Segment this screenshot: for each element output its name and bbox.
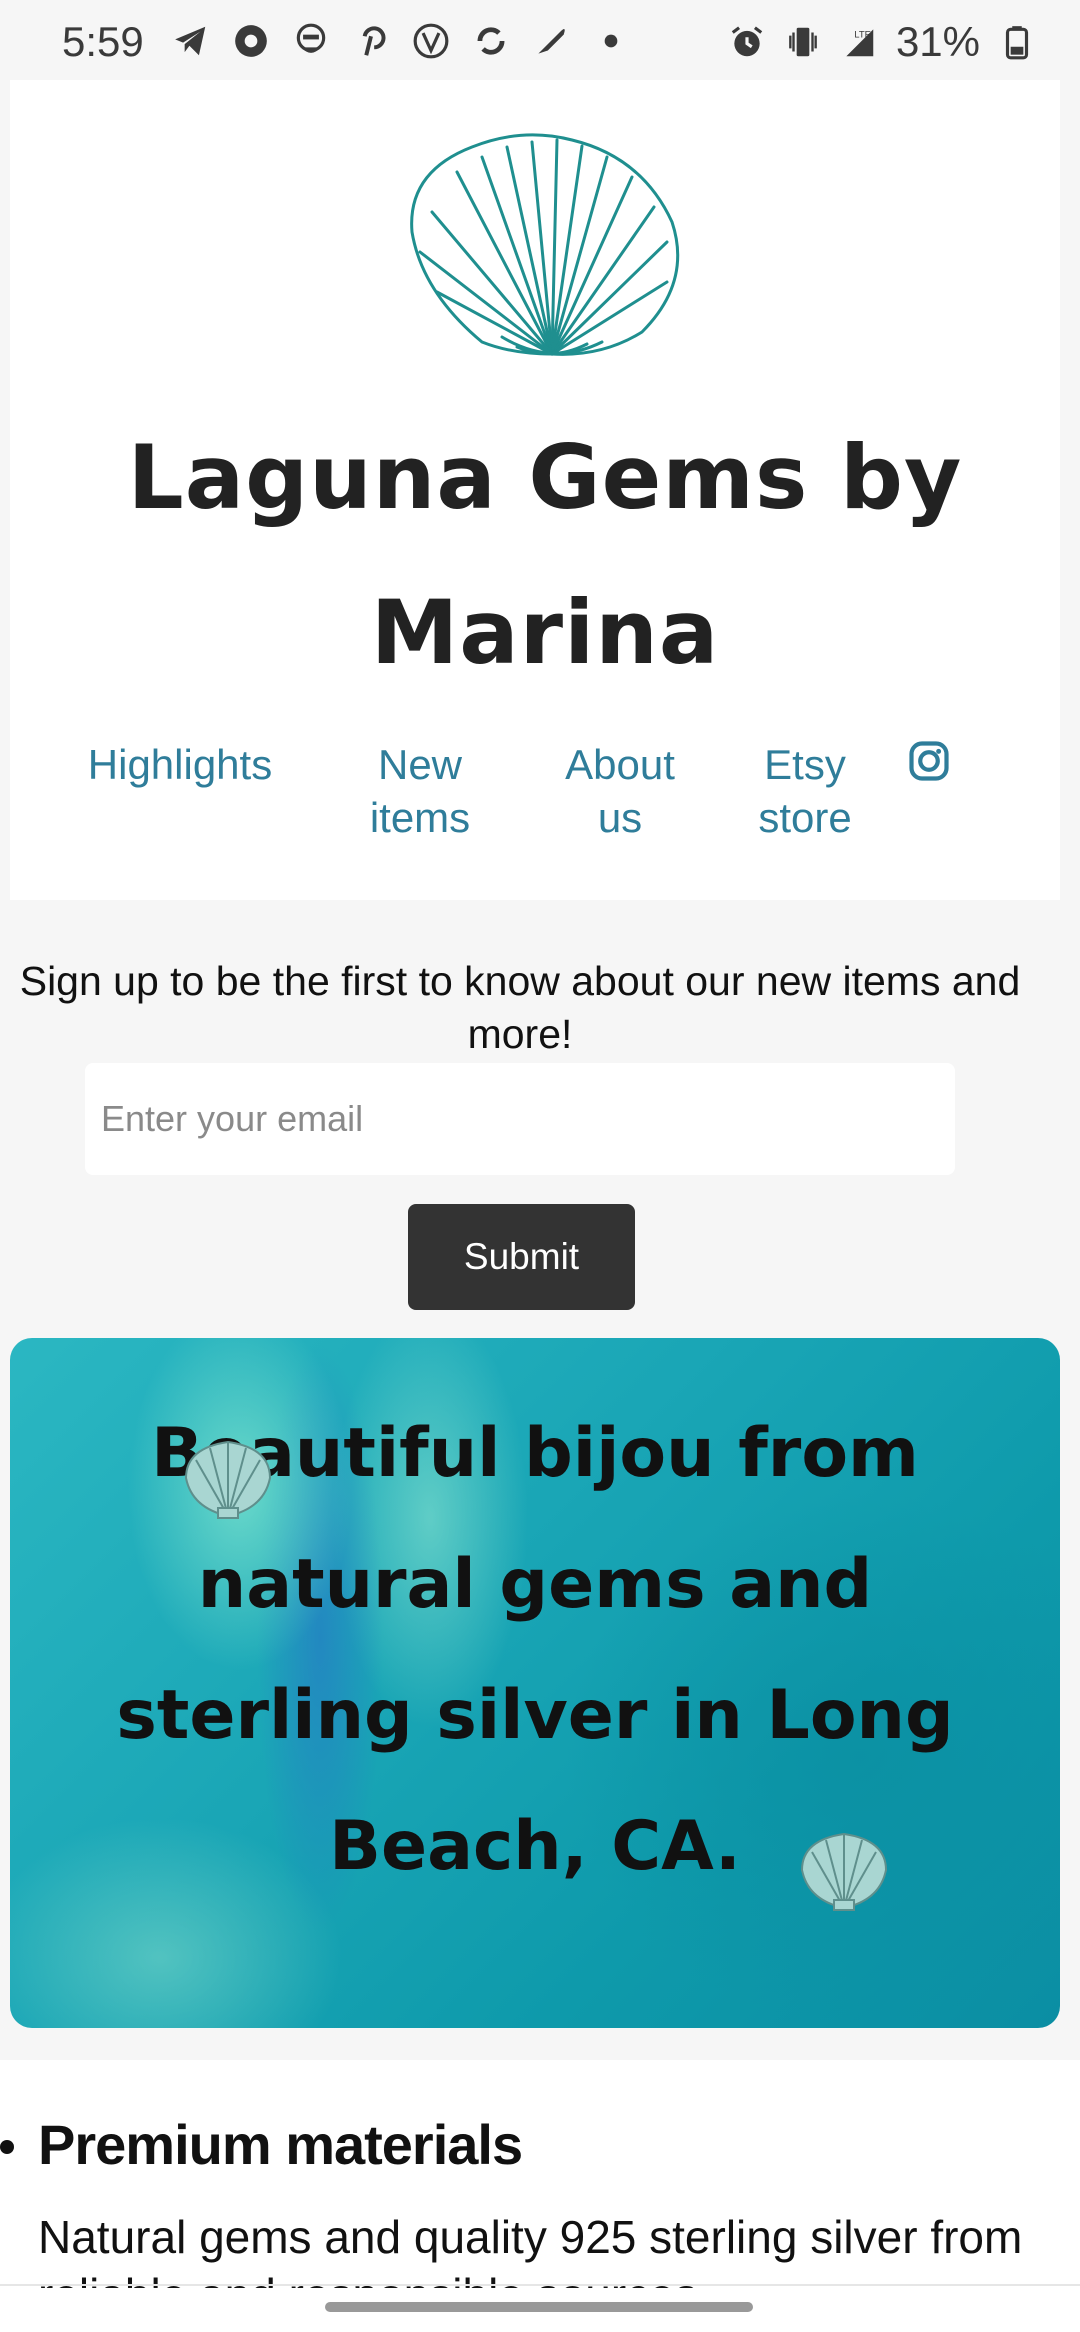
battery-percent: 31% [895, 18, 980, 65]
sync-icon [477, 27, 505, 55]
features-section [0, 2060, 1080, 2332]
vibrate-icon [789, 27, 817, 57]
gesture-bar[interactable] [325, 2302, 753, 2312]
feature-title: Premium materials [38, 2113, 523, 2176]
battery-icon [1005, 26, 1029, 60]
site-title: Laguna Gems by Marina [127, 426, 963, 684]
telegram-icon [175, 26, 206, 56]
shell-emoji [184, 1440, 272, 1519]
shell-emoji [800, 1832, 888, 1911]
nav-about-us[interactable]: About us [545, 738, 695, 844]
divider [0, 2284, 1080, 2286]
nav-new-items[interactable]: New items [350, 738, 490, 844]
pinterest-icon [362, 26, 386, 56]
feather-icon [538, 28, 565, 54]
notification-icons [172, 22, 630, 60]
nav-etsy-store[interactable]: Etsy store [730, 738, 880, 844]
hero-banner: Beautiful bijou from natural gems and st… [10, 1338, 1060, 2028]
status-time: 5:59 [62, 18, 144, 65]
dot-icon [604, 34, 618, 48]
instagram-icon[interactable] [908, 740, 950, 782]
svg-text:LTE: LTE [854, 29, 871, 40]
record-icon [235, 25, 267, 57]
submit-button[interactable]: Submit [408, 1204, 635, 1310]
status-bar: 5:59 LTE 31% [0, 0, 1080, 80]
alarm-icon [731, 26, 763, 57]
feature-description: Natural gems and quality 925 sterling si… [38, 2211, 1023, 2288]
vpn-icon [413, 23, 449, 59]
scallop-shell-logo[interactable] [402, 132, 692, 367]
site-header: Laguna Gems by Marina Highlights New ite… [10, 80, 1060, 900]
email-input[interactable] [85, 1063, 955, 1175]
signup-prompt: Sign up to be the first to know about ou… [19, 958, 1021, 1057]
hacker-icon [296, 23, 326, 53]
system-icons: LTE 31% [728, 18, 1036, 66]
nav-highlights[interactable]: Highlights [70, 738, 290, 791]
lte-signal-icon: LTE [846, 29, 874, 57]
bullet-dot [0, 2140, 14, 2154]
